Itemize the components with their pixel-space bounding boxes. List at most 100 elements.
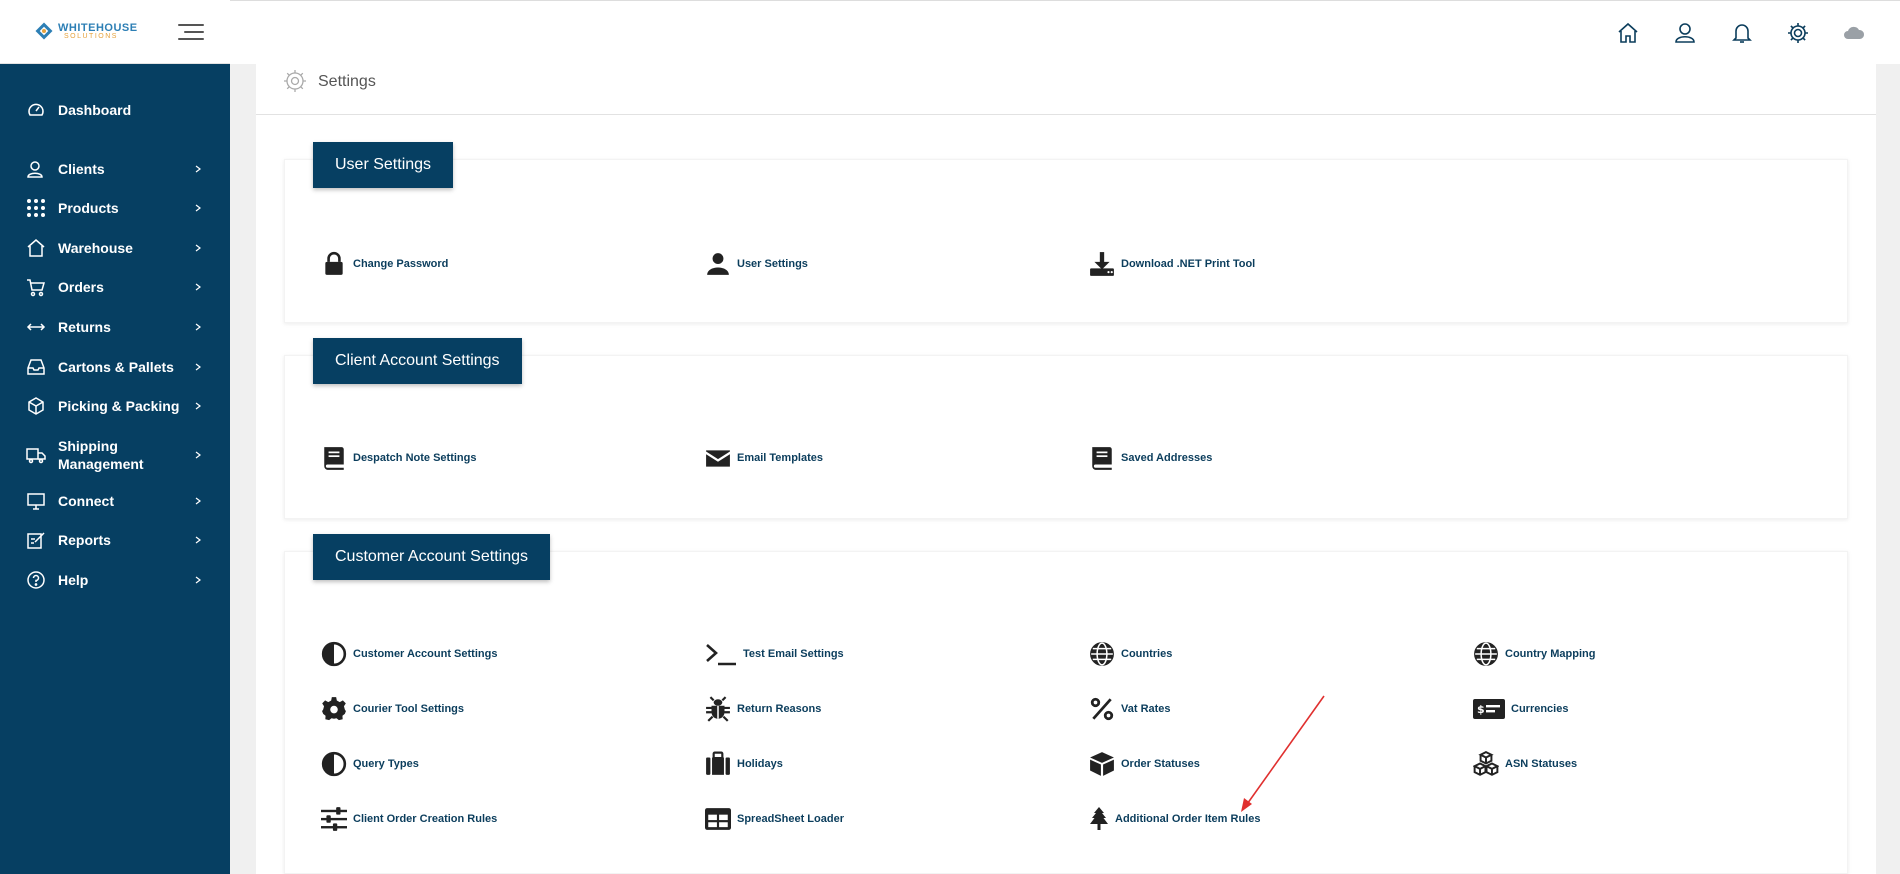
user-icon[interactable]: [1673, 21, 1697, 45]
chevron-right-icon: [195, 576, 201, 584]
link-label: Change Password: [353, 258, 449, 270]
sidebar-item-label-line2: Management: [58, 456, 144, 472]
email-templates-link[interactable]: Email Templates: [705, 444, 823, 472]
settings-gear-icon: [284, 70, 306, 92]
avatar-cloud-icon[interactable]: [1842, 21, 1866, 45]
link-label: Additional Order Item Rules: [1115, 813, 1261, 825]
spreadsheet-loader-link[interactable]: SpreadSheet Loader: [705, 805, 844, 833]
menu-toggle-button[interactable]: [178, 22, 204, 42]
terminal-icon: [706, 644, 736, 666]
courier-tool-settings-link[interactable]: Courier Tool Settings: [321, 695, 464, 723]
holidays-link[interactable]: Holidays: [705, 750, 783, 778]
sidebar-item-label: Orders: [58, 279, 104, 295]
cube-icon: [1090, 752, 1114, 776]
book-icon: [324, 447, 344, 470]
help-question-icon: [27, 571, 45, 589]
client-account-settings-card: Client Account Settings Despatch Note Se…: [284, 338, 1848, 519]
bug-icon: [706, 696, 730, 722]
sidebar-item-products[interactable]: Products: [0, 192, 230, 224]
test-email-settings-link[interactable]: Test Email Settings: [705, 640, 844, 668]
client-order-creation-rules-link[interactable]: Client Order Creation Rules: [321, 805, 497, 833]
user-settings-card: User Settings Change Password User Setti…: [284, 142, 1848, 323]
additional-order-item-rules-link[interactable]: Additional Order Item Rules: [1089, 805, 1260, 833]
sidebar-item-help[interactable]: Help: [0, 564, 230, 596]
table-icon: [705, 808, 731, 830]
sidebar-item-returns[interactable]: Returns: [0, 311, 230, 343]
shipping-truck-icon: [26, 448, 46, 464]
download-print-tool-link[interactable]: Download .NET Print Tool: [1089, 250, 1255, 278]
sidebar-item-label: Products: [58, 200, 119, 216]
logo-bar: WHITEHOUSE SOLUTIONS: [0, 0, 230, 64]
sidebar-item-label-line1: Shipping: [58, 438, 118, 454]
section-title: Customer Account Settings: [313, 534, 550, 580]
countries-link[interactable]: Countries: [1089, 640, 1172, 668]
link-label: Saved Addresses: [1121, 452, 1213, 464]
connect-monitor-icon: [27, 493, 45, 510]
link-label: Despatch Note Settings: [353, 452, 477, 464]
link-label: Return Reasons: [737, 703, 822, 715]
bell-icon[interactable]: [1730, 21, 1754, 45]
settings-gear-icon[interactable]: [1786, 21, 1810, 45]
link-label: SpreadSheet Loader: [737, 813, 844, 825]
query-types-link[interactable]: Query Types: [321, 750, 419, 778]
cog-icon: [322, 697, 346, 721]
sidebar-item-connect[interactable]: Connect: [0, 485, 230, 517]
vat-rates-link[interactable]: Vat Rates: [1089, 695, 1171, 723]
home-icon[interactable]: [1616, 21, 1640, 45]
user-icon: [707, 253, 729, 275]
brand-tagline: SOLUTIONS: [64, 33, 118, 40]
link-label: Holidays: [737, 758, 783, 770]
sidebar-item-reports[interactable]: Reports: [0, 524, 230, 556]
section-title: Client Account Settings: [313, 338, 522, 384]
svg-text:$: $: [1477, 703, 1485, 716]
change-password-link[interactable]: Change Password: [321, 250, 448, 278]
main-content: Settings User Settings Change Password U…: [256, 64, 1876, 874]
sidebar-item-label: Dashboard: [58, 102, 132, 118]
link-label: Customer Account Settings: [353, 648, 498, 660]
sidebar-item-shipping-management[interactable]: Shipping Management: [0, 437, 230, 473]
clients-user-icon: [27, 161, 43, 178]
sidebar-item-dashboard[interactable]: Dashboard: [0, 94, 230, 126]
sidebar-item-orders[interactable]: Orders: [0, 271, 230, 303]
tree-icon: [1090, 807, 1108, 830]
country-mapping-link[interactable]: Country Mapping: [1473, 640, 1595, 668]
half-circle-icon: [321, 641, 347, 667]
download-tray-icon: [1090, 252, 1114, 276]
chevron-right-icon: [195, 323, 201, 331]
currencies-link[interactable]: $ Currencies: [1473, 695, 1568, 723]
link-label: Download .NET Print Tool: [1121, 258, 1256, 270]
sidebar-item-clients[interactable]: Clients: [0, 153, 230, 185]
link-label: Country Mapping: [1505, 648, 1596, 660]
link-label: Courier Tool Settings: [353, 703, 465, 715]
saved-addresses-link[interactable]: Saved Addresses: [1089, 444, 1212, 472]
chevron-right-icon: [195, 451, 201, 459]
link-label: Query Types: [353, 758, 419, 770]
despatch-note-settings-link[interactable]: Despatch Note Settings: [321, 444, 476, 472]
customer-account-settings-card: Customer Account Settings Customer Accou…: [284, 534, 1848, 874]
order-statuses-link[interactable]: Order Statuses: [1089, 750, 1200, 778]
user-settings-link[interactable]: User Settings: [705, 250, 808, 278]
customer-account-settings-link[interactable]: Customer Account Settings: [321, 640, 497, 668]
sidebar-item-label: Returns: [58, 319, 111, 335]
chevron-right-icon: [195, 363, 201, 371]
envelope-icon: [706, 450, 730, 467]
asn-statuses-link[interactable]: ASN Statuses: [1473, 750, 1577, 778]
chevron-right-icon: [195, 244, 201, 252]
orders-cart-icon: [27, 279, 45, 297]
sidebar-item-picking-packing[interactable]: Picking & Packing: [0, 390, 230, 422]
percent-icon: [1090, 697, 1114, 721]
sidebar: WHITEHOUSE SOLUTIONS Dashboard Clients P…: [0, 0, 230, 874]
sidebar-item-warehouse[interactable]: Warehouse: [0, 232, 230, 264]
chevron-right-icon: [195, 165, 201, 173]
link-label: Test Email Settings: [743, 648, 844, 660]
sidebar-item-cartons-pallets[interactable]: Cartons & Pallets: [0, 351, 230, 383]
sidebar-item-label: Connect: [58, 493, 114, 509]
return-reasons-link[interactable]: Return Reasons: [705, 695, 821, 723]
sidebar-item-label: Help: [58, 572, 89, 588]
products-grid-icon: [27, 199, 45, 217]
globe-icon: [1090, 642, 1114, 666]
sidebar-item-label: Warehouse: [58, 240, 133, 256]
link-label: Vat Rates: [1121, 703, 1171, 715]
lock-icon: [325, 251, 343, 275]
page-title: Settings: [318, 73, 376, 90]
